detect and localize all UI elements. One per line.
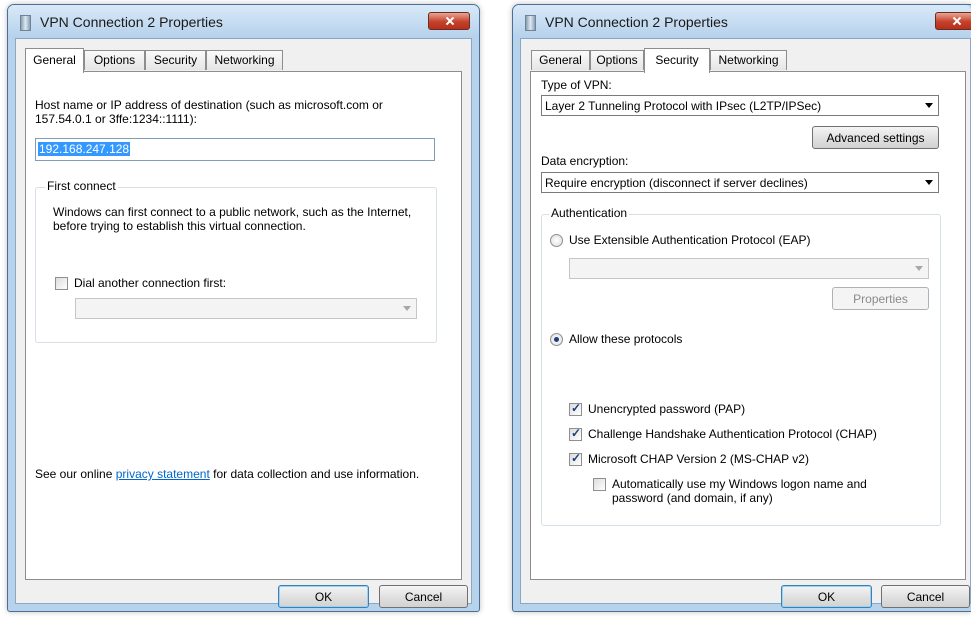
tab-options[interactable]: Options [590,50,644,70]
tab-general[interactable]: General [531,50,590,70]
advanced-settings-button[interactable]: Advanced settings [812,126,939,149]
auto-logon-label: Automatically use my Windows logon name … [612,477,867,505]
eap-radio[interactable] [550,234,563,247]
close-button[interactable] [935,12,971,30]
general-properties-window: VPN Connection 2 Properties General Opti… [7,4,480,612]
tab-networking[interactable]: Networking [206,50,283,70]
tab-security[interactable]: Security [145,50,206,70]
ok-button[interactable]: OK [278,585,369,608]
chap-label: Challenge Handshake Authentication Proto… [588,427,877,441]
tab-security[interactable]: Security [644,48,710,73]
auto-logon-checkbox[interactable] [593,478,606,491]
tab-general[interactable]: General [25,48,84,73]
ms-chap-v2-checkbox[interactable] [569,451,582,466]
window-title: VPN Connection 2 Properties [545,14,728,30]
host-label: Host name or IP address of destination (… [35,98,383,126]
chap-checkbox[interactable] [569,426,582,441]
connection-icon [20,15,31,31]
ok-button[interactable]: OK [781,585,872,608]
first-connect-description: Windows can first connect to a public ne… [53,205,412,233]
tab-networking[interactable]: Networking [710,50,787,70]
authentication-legend: Authentication [549,206,630,220]
pap-checkbox[interactable] [569,401,582,416]
vpn-type-label: Type of VPN: [541,78,612,92]
data-encryption-label: Data encryption: [541,154,629,168]
security-tab-panel: Type of VPN: Layer 2 Tunneling Protocol … [530,71,966,580]
close-button[interactable] [428,12,470,30]
allow-protocols-label: Allow these protocols [569,332,683,346]
dialog-client: General Options Security Networking Host… [15,38,472,608]
cancel-button[interactable]: Cancel [881,585,970,608]
general-tab-panel: Host name or IP address of destination (… [25,71,462,580]
pap-label: Unencrypted password (PAP) [588,402,746,416]
dial-another-checkbox[interactable] [55,277,68,290]
properties-button[interactable]: Properties [832,287,929,310]
privacy-suffix: for data collection and use information. [209,467,420,481]
data-encryption-select[interactable]: Require encryption (disconnect if server… [541,172,939,193]
title-bar[interactable]: VPN Connection 2 Properties [8,5,479,38]
security-properties-window: VPN Connection 2 Properties General Opti… [512,4,971,612]
chevron-down-icon [925,103,933,108]
vpn-type-value: Layer 2 Tunneling Protocol with IPsec (L… [545,99,822,113]
host-input[interactable]: 192.168.247.128 [35,138,435,161]
privacy-text: See our online privacy statement for dat… [35,467,435,481]
eap-method-select[interactable] [569,258,929,279]
privacy-prefix: See our online [35,467,116,481]
dialog-client: General Options Security Networking Type… [520,38,971,608]
chevron-down-icon [915,266,923,271]
title-bar[interactable]: VPN Connection 2 Properties [513,5,971,38]
connection-icon [525,15,536,31]
data-encryption-value: Require encryption (disconnect if server… [545,176,808,190]
dial-another-label: Dial another connection first: [74,276,227,290]
cancel-button[interactable]: Cancel [379,585,468,608]
privacy-statement-link[interactable]: privacy statement [116,467,210,481]
first-connect-legend: First connect [45,179,118,193]
dial-connection-select[interactable] [75,298,417,319]
chevron-down-icon [925,180,933,185]
allow-protocols-radio[interactable] [550,333,563,346]
eap-label: Use Extensible Authentication Protocol (… [569,233,811,247]
tab-options[interactable]: Options [84,50,145,70]
vpn-type-select[interactable]: Layer 2 Tunneling Protocol with IPsec (L… [541,95,939,116]
chevron-down-icon [403,306,411,311]
host-value: 192.168.247.128 [38,142,131,156]
window-title: VPN Connection 2 Properties [40,14,223,30]
ms-chap-v2-label: Microsoft CHAP Version 2 (MS-CHAP v2) [588,452,809,466]
